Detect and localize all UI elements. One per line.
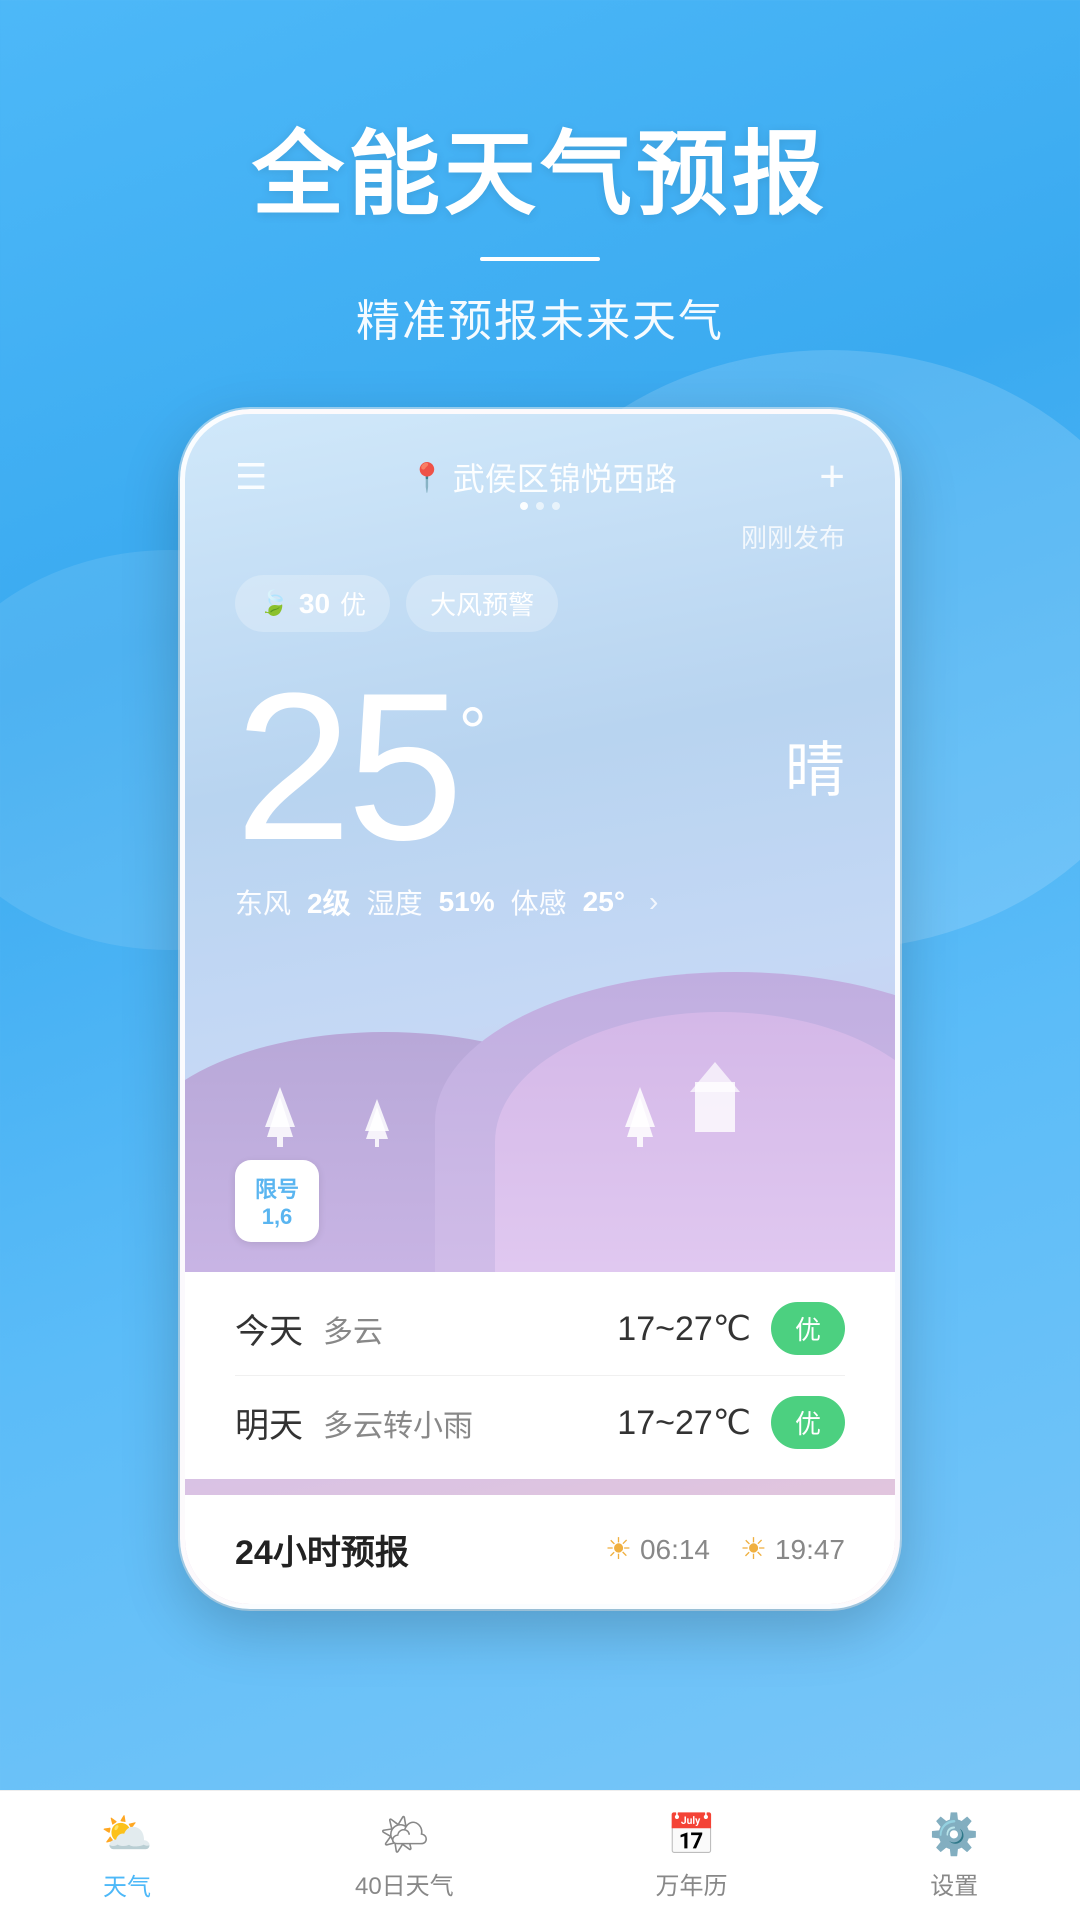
tomorrow-temp: 17~27℃ xyxy=(617,1403,751,1443)
today-quality-badge: 优 xyxy=(771,1302,845,1355)
limit-title: 限号 xyxy=(255,1172,299,1204)
nav-40day[interactable]: 🌤 40日天气 xyxy=(355,1811,454,1901)
calendar-icon: 📅 xyxy=(667,1811,717,1858)
dot-1 xyxy=(520,502,528,510)
today-col: 今天 多云 xyxy=(235,1304,383,1353)
phone-topbar: ☰ 📍 武侯区锦悦西路 + xyxy=(185,414,895,510)
bottom-weather: 今天 多云 17~27℃ 优 明天 多云转小雨 17~27℃ 优 xyxy=(185,1272,895,1479)
forecast-title: 24小时预报 xyxy=(235,1525,409,1574)
dot-3 xyxy=(552,502,560,510)
forecast-section: 24小时预报 ☀ 06:14 ☀ 19:47 xyxy=(185,1495,895,1604)
feels-like-label: 体感 xyxy=(511,882,567,922)
tomorrow-desc: 多云转小雨 xyxy=(323,1401,473,1445)
today-label: 今天 xyxy=(235,1304,303,1353)
weather-condition: 晴 xyxy=(785,722,845,809)
settings-icon: ⚙️ xyxy=(929,1811,979,1858)
nav-settings[interactable]: ⚙️ 设置 xyxy=(929,1811,979,1901)
tomorrow-quality-badge: 优 xyxy=(771,1396,845,1449)
bottom-nav: ⛅ 天气 🌤 40日天气 📅 万年历 ⚙️ 设置 xyxy=(0,1790,1080,1920)
warning-badge[interactable]: 大风预警 xyxy=(406,575,558,632)
sun-info: ☀ 06:14 ☀ 19:47 xyxy=(605,1532,845,1567)
forecast-header: 24小时预报 ☀ 06:14 ☀ 19:47 xyxy=(235,1525,845,1574)
cloud-icon: ⛅ xyxy=(101,1810,153,1859)
wind-direction: 东风 xyxy=(235,882,291,922)
nav-settings-label: 设置 xyxy=(930,1866,978,1901)
today-desc: 多云 xyxy=(323,1307,383,1351)
page-dots xyxy=(520,502,560,510)
sunset-icon: ☀ xyxy=(740,1532,767,1567)
degree-symbol: ° xyxy=(459,692,487,772)
sunrise-icon: ☀ xyxy=(605,1532,632,1567)
aqi-number: 30 xyxy=(299,588,330,620)
warning-text: 大风预警 xyxy=(430,585,534,622)
building-icon xyxy=(695,1082,735,1132)
temperature-section: 25 ° 晴 xyxy=(185,632,895,872)
tree-2 xyxy=(365,1099,389,1152)
humidity-label: 湿度 xyxy=(367,882,423,922)
badges-row: 🍃 30 优 大风预警 xyxy=(185,555,895,632)
leaf-icon: 🍃 xyxy=(259,589,289,618)
aqi-level: 优 xyxy=(340,585,366,622)
tomorrow-row: 明天 多云转小雨 17~27℃ 优 xyxy=(235,1396,845,1449)
aqi-badge[interactable]: 🍃 30 优 xyxy=(235,575,390,632)
nav-40day-label: 40日天气 xyxy=(355,1866,454,1901)
tomorrow-col: 明天 多云转小雨 xyxy=(235,1398,473,1447)
hero-section: 全能天气预报 精准预报未来天气 xyxy=(0,0,1080,349)
location-pin-icon: 📍 xyxy=(410,461,445,494)
sunrise-time: 06:14 xyxy=(640,1534,710,1566)
calendar40-icon: 🌤 xyxy=(379,1811,430,1858)
sunset-item: ☀ 19:47 xyxy=(740,1532,845,1567)
tree-1 xyxy=(265,1087,295,1152)
nav-calendar-label: 万年历 xyxy=(655,1866,727,1901)
today-row: 今天 多云 17~27℃ 优 xyxy=(235,1302,845,1355)
sunrise-item: ☀ 06:14 xyxy=(605,1532,710,1567)
location-text: 武侯区锦悦西路 xyxy=(453,454,677,500)
feels-like-value: 25° xyxy=(583,886,625,918)
details-arrow[interactable]: › xyxy=(649,886,658,918)
sunset-time: 19:47 xyxy=(775,1534,845,1566)
today-temp: 17~27℃ xyxy=(617,1309,751,1349)
wind-level: 2级 xyxy=(307,882,351,922)
tomorrow-temp-col: 17~27℃ 优 xyxy=(617,1396,845,1449)
tree-3 xyxy=(625,1087,655,1152)
limit-numbers: 1,6 xyxy=(255,1204,299,1230)
hero-title: 全能天气预报 xyxy=(0,100,1080,233)
phone-mockup: ☰ 📍 武侯区锦悦西路 + 刚刚发布 🍃 30 优 大风预警 xyxy=(180,409,900,1609)
landscape-scene: 限号 1,6 xyxy=(185,952,895,1272)
humidity-value: 51% xyxy=(439,886,495,918)
nav-weather-label: 天气 xyxy=(103,1867,151,1902)
today-temp-col: 17~27℃ 优 xyxy=(617,1302,845,1355)
limit-badge: 限号 1,6 xyxy=(235,1160,319,1242)
phone-wrapper: ☰ 📍 武侯区锦悦西路 + 刚刚发布 🍃 30 优 大风预警 xyxy=(0,409,1080,1609)
temperature-main: 25 xyxy=(235,662,459,872)
tomorrow-label: 明天 xyxy=(235,1398,303,1447)
published-time: 刚刚发布 xyxy=(185,510,895,555)
dot-2 xyxy=(536,502,544,510)
nav-weather[interactable]: ⛅ 天气 xyxy=(101,1810,153,1902)
menu-icon[interactable]: ☰ xyxy=(235,459,267,495)
weather-details: 东风 2级 湿度 51% 体感 25° › xyxy=(185,872,895,952)
location-area[interactable]: 📍 武侯区锦悦西路 xyxy=(410,454,677,500)
nav-calendar[interactable]: 📅 万年历 xyxy=(655,1811,727,1901)
divider xyxy=(235,1375,845,1376)
hero-divider xyxy=(480,257,600,261)
hero-subtitle: 精准预报未来天气 xyxy=(0,285,1080,349)
add-icon[interactable]: + xyxy=(819,455,845,499)
